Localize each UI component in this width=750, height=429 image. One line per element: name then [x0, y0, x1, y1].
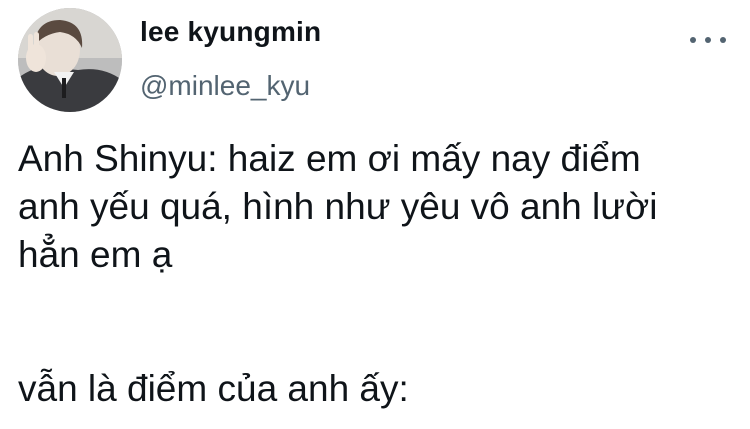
tweet-card: lee kyungmin @minlee_kyu Anh Shinyu: hai…	[0, 0, 750, 429]
more-horizontal-icon	[720, 37, 726, 43]
author-handle[interactable]: @minlee_kyu	[140, 70, 310, 102]
more-horizontal-icon	[705, 37, 711, 43]
avatar-photo	[18, 8, 122, 112]
tweet-text-paragraph-1: Anh Shinyu: haiz em ơi mấy nay điểm anh …	[18, 138, 658, 275]
more-horizontal-icon	[690, 37, 696, 43]
more-options-button[interactable]	[690, 28, 726, 52]
avatar[interactable]	[18, 8, 122, 112]
author-display-name[interactable]: lee kyungmin	[140, 16, 321, 48]
tweet-text-paragraph-2: vẫn là điểm của anh ấy:	[18, 368, 409, 409]
